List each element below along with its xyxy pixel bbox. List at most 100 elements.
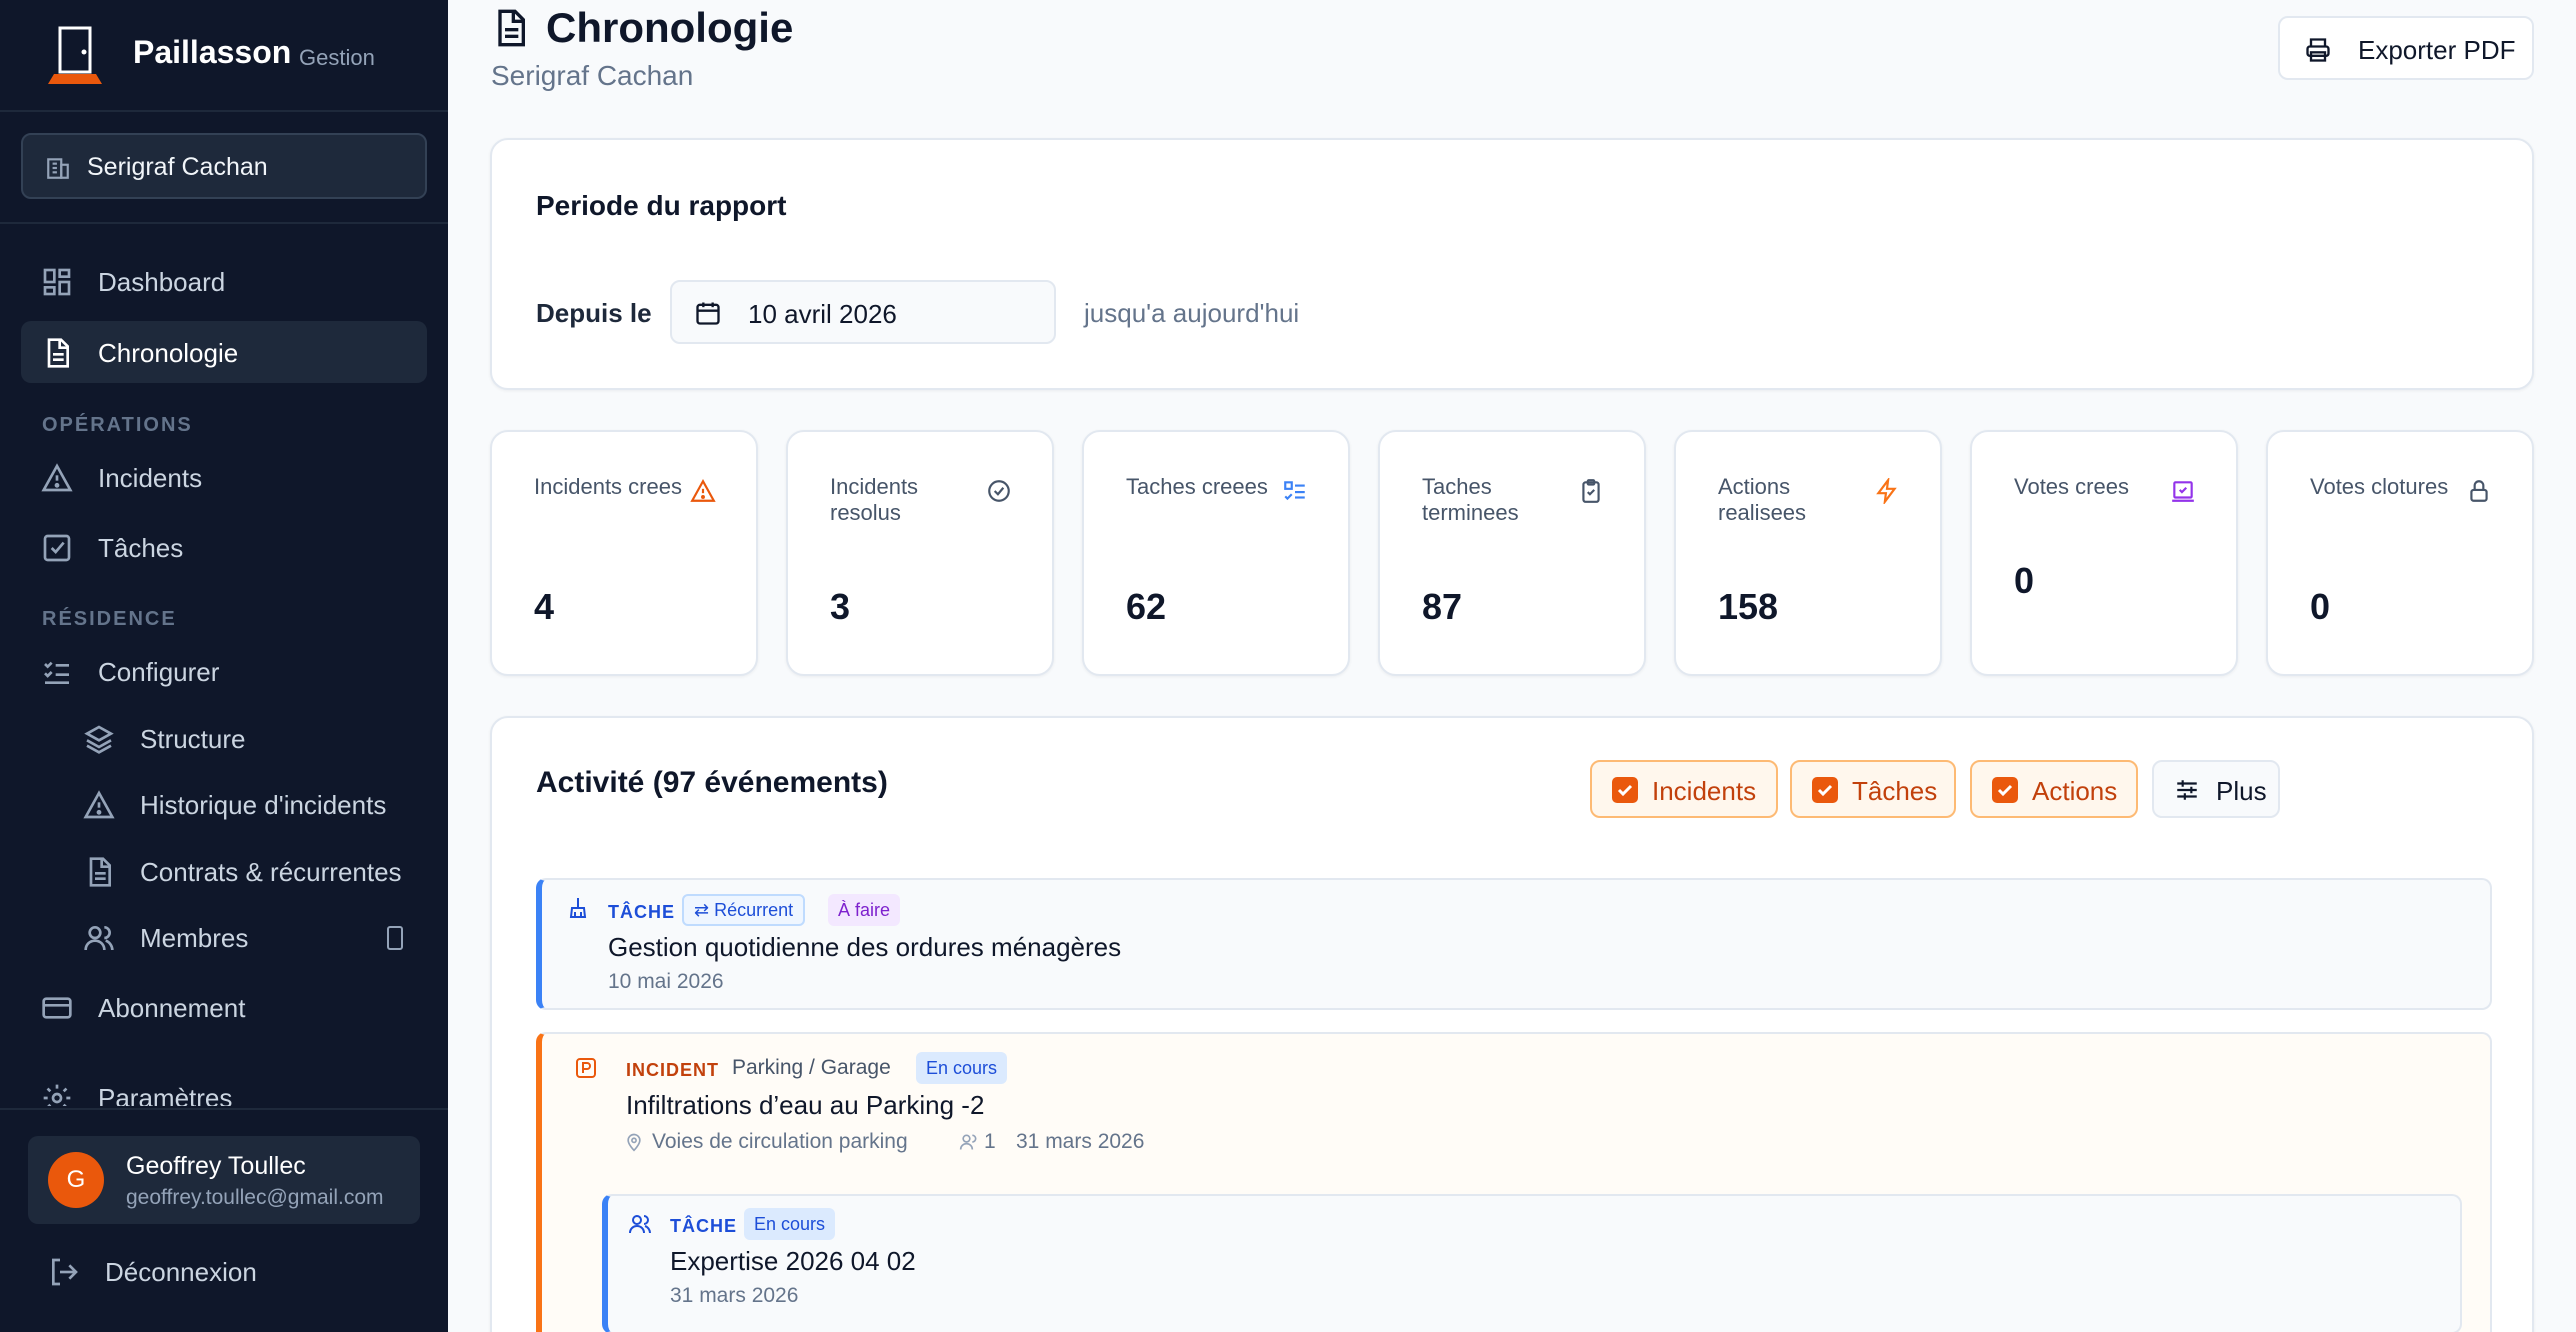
- recurring-badge: ⇄ Récurrent: [682, 894, 806, 926]
- filter-incidents[interactable]: Incidents: [1590, 760, 1778, 818]
- stat-label: Votes clotures: [2310, 474, 2449, 499]
- stat-card-taches-creees: Taches creees 62: [1082, 430, 1350, 676]
- event-type: TÂCHE: [608, 902, 675, 922]
- sidebar-item-structure[interactable]: Structure: [21, 707, 427, 769]
- stat-value: 3: [830, 586, 851, 627]
- event-date: 31 mars 2026: [1016, 1130, 1145, 1153]
- page-title: Chronologie: [546, 4, 794, 51]
- list-checks-icon: [1284, 481, 1305, 501]
- page-subtitle: Serigraf Cachan: [491, 60, 694, 91]
- logout-button[interactable]: Déconnexion: [28, 1240, 420, 1302]
- period-until-label: jusqu'a aujourd'hui: [1084, 298, 1300, 328]
- event-title: Gestion quotidienne des ordures ménagère…: [608, 932, 1122, 962]
- stat-value: 87: [1422, 586, 1463, 627]
- users-icon: [629, 1215, 651, 1234]
- dashboard-icon: [43, 268, 71, 296]
- sidebar-item-taches[interactable]: Tâches: [21, 516, 427, 578]
- user-card[interactable]: G Geoffrey Toullec geoffrey.toullec@gmai…: [28, 1136, 420, 1224]
- sidebar-item-abonnement[interactable]: Abonnement: [21, 976, 427, 1038]
- brand-name: Paillasson: [133, 34, 292, 70]
- timeline-event-task-nested[interactable]: TÂCHE En cours Expertise 2026 04 02 31 m…: [602, 1194, 2462, 1332]
- layers-icon: [84, 725, 114, 754]
- list-checks-icon: [44, 661, 69, 684]
- more-filters-label: Plus: [2216, 776, 2267, 806]
- calendar-icon: [696, 302, 720, 325]
- sidebar: Paillasson Gestion Serigraf Cachan Dashb…: [0, 0, 448, 1332]
- date-picker[interactable]: 10 avril 2026: [670, 280, 1056, 344]
- stat-card-votes-crees: Votes crees 0: [1970, 430, 2238, 676]
- activity-card: Activité (97 événements) Incidents Tâche…: [490, 716, 2534, 1332]
- more-filters-button[interactable]: Plus: [2152, 760, 2280, 818]
- check-circle-icon: [988, 480, 1010, 502]
- filter-label: Tâches: [1852, 776, 1938, 806]
- status-badge: En cours: [744, 1208, 836, 1240]
- event-date: 10 mai 2026: [608, 970, 724, 993]
- stat-label: Taches creees: [1126, 474, 1268, 499]
- filter-label: Actions: [2032, 776, 2118, 806]
- checkbox-checked-icon: [1812, 777, 1838, 803]
- sidebar-item-label: Structure: [140, 724, 246, 754]
- status-badge: En cours: [916, 1052, 1008, 1084]
- clipboard-check-icon: [1582, 479, 1600, 503]
- sidebar-divider: [0, 222, 448, 224]
- event-people-count: 1: [984, 1130, 996, 1153]
- filter-taches[interactable]: Tâches: [1790, 760, 1956, 818]
- timeline-event-incident[interactable]: INCIDENT Parking / Garage En cours Infil…: [536, 1032, 2492, 1332]
- section-label-operations: OPÉRATIONS: [42, 414, 193, 436]
- user-name: Geoffrey Toullec: [126, 1152, 306, 1180]
- sidebar-item-label: Historique d'incidents: [140, 790, 387, 820]
- sidebar-item-label: Dashboard: [98, 267, 226, 297]
- sidebar-item-parametres[interactable]: Paramètres: [21, 1066, 427, 1106]
- residence-label: Serigraf Cachan: [87, 153, 268, 181]
- stat-value: 0: [2310, 586, 2331, 627]
- export-pdf-button[interactable]: Exporter PDF: [2278, 16, 2534, 80]
- sidebar-item-label: Incidents: [98, 463, 203, 493]
- event-type: INCIDENT: [626, 1060, 719, 1080]
- period-card: Periode du rapport Depuis le 10 avril 20…: [490, 138, 2534, 390]
- sidebar-item-label: Membres: [140, 923, 249, 953]
- event-location: Voies de circulation parking: [652, 1130, 908, 1153]
- stat-label: Actions realisees: [1718, 474, 1807, 525]
- stat-card-taches-terminees: Taches terminees 87: [1378, 430, 1646, 676]
- checkbox-checked-icon: [1612, 777, 1638, 803]
- sidebar-item-configurer[interactable]: Configurer: [21, 640, 427, 702]
- timeline-event-task[interactable]: TÂCHE ⇄ Récurrent À faire Gestion quotid…: [536, 878, 2492, 1010]
- sidebar-divider: [0, 1108, 448, 1110]
- sidebar-item-label: Contrats & récurrentes: [140, 857, 402, 887]
- document-icon: [498, 9, 525, 47]
- sidebar-item-label: Abonnement: [98, 993, 246, 1023]
- stat-card-incidents-crees: Incidents crees 4: [490, 430, 758, 676]
- vote-icon: [2172, 481, 2194, 502]
- warning-icon: [690, 479, 716, 502]
- sidebar-item-historique[interactable]: Historique d'incidents: [21, 773, 427, 835]
- sidebar-item-contrats[interactable]: Contrats & récurrentes: [21, 840, 427, 902]
- event-date: 31 mars 2026: [670, 1284, 799, 1307]
- sliders-icon: [2177, 780, 2197, 800]
- sidebar-item-dashboard[interactable]: Dashboard: [21, 250, 427, 312]
- sidebar-item-label: Paramètres: [98, 1083, 233, 1106]
- repeat-icon: ⇄: [694, 900, 710, 920]
- printer-icon: [2306, 38, 2330, 62]
- recurring-label: Récurrent: [714, 900, 794, 920]
- stat-card-actions-realisees: Actions realisees 158: [1674, 430, 1942, 676]
- stat-value: 158: [1718, 586, 1779, 627]
- stat-label: Votes crees: [2014, 474, 2129, 499]
- period-title: Periode du rapport: [536, 190, 787, 221]
- sidebar-item-membres[interactable]: Membres: [21, 906, 427, 968]
- event-title: Infiltrations d’eau au Parking -2: [626, 1090, 985, 1120]
- residence-selector[interactable]: Serigraf Cachan: [21, 133, 427, 199]
- filter-actions[interactable]: Actions: [1970, 760, 2138, 818]
- smartphone-icon: [387, 926, 403, 950]
- stat-value: 0: [2014, 560, 2035, 601]
- stat-value: 4: [534, 586, 555, 627]
- document-icon: [89, 857, 111, 887]
- logout-label: Déconnexion: [105, 1257, 257, 1287]
- users-icon: [959, 1134, 977, 1150]
- warning-icon: [41, 463, 73, 492]
- credit-card-icon: [42, 997, 72, 1019]
- section-label-residence: RÉSIDENCE: [42, 608, 177, 630]
- users-icon: [84, 926, 114, 951]
- gear-icon: [43, 1084, 71, 1106]
- sidebar-item-incidents[interactable]: Incidents: [21, 446, 427, 508]
- sidebar-item-chronologie[interactable]: Chronologie: [21, 321, 427, 383]
